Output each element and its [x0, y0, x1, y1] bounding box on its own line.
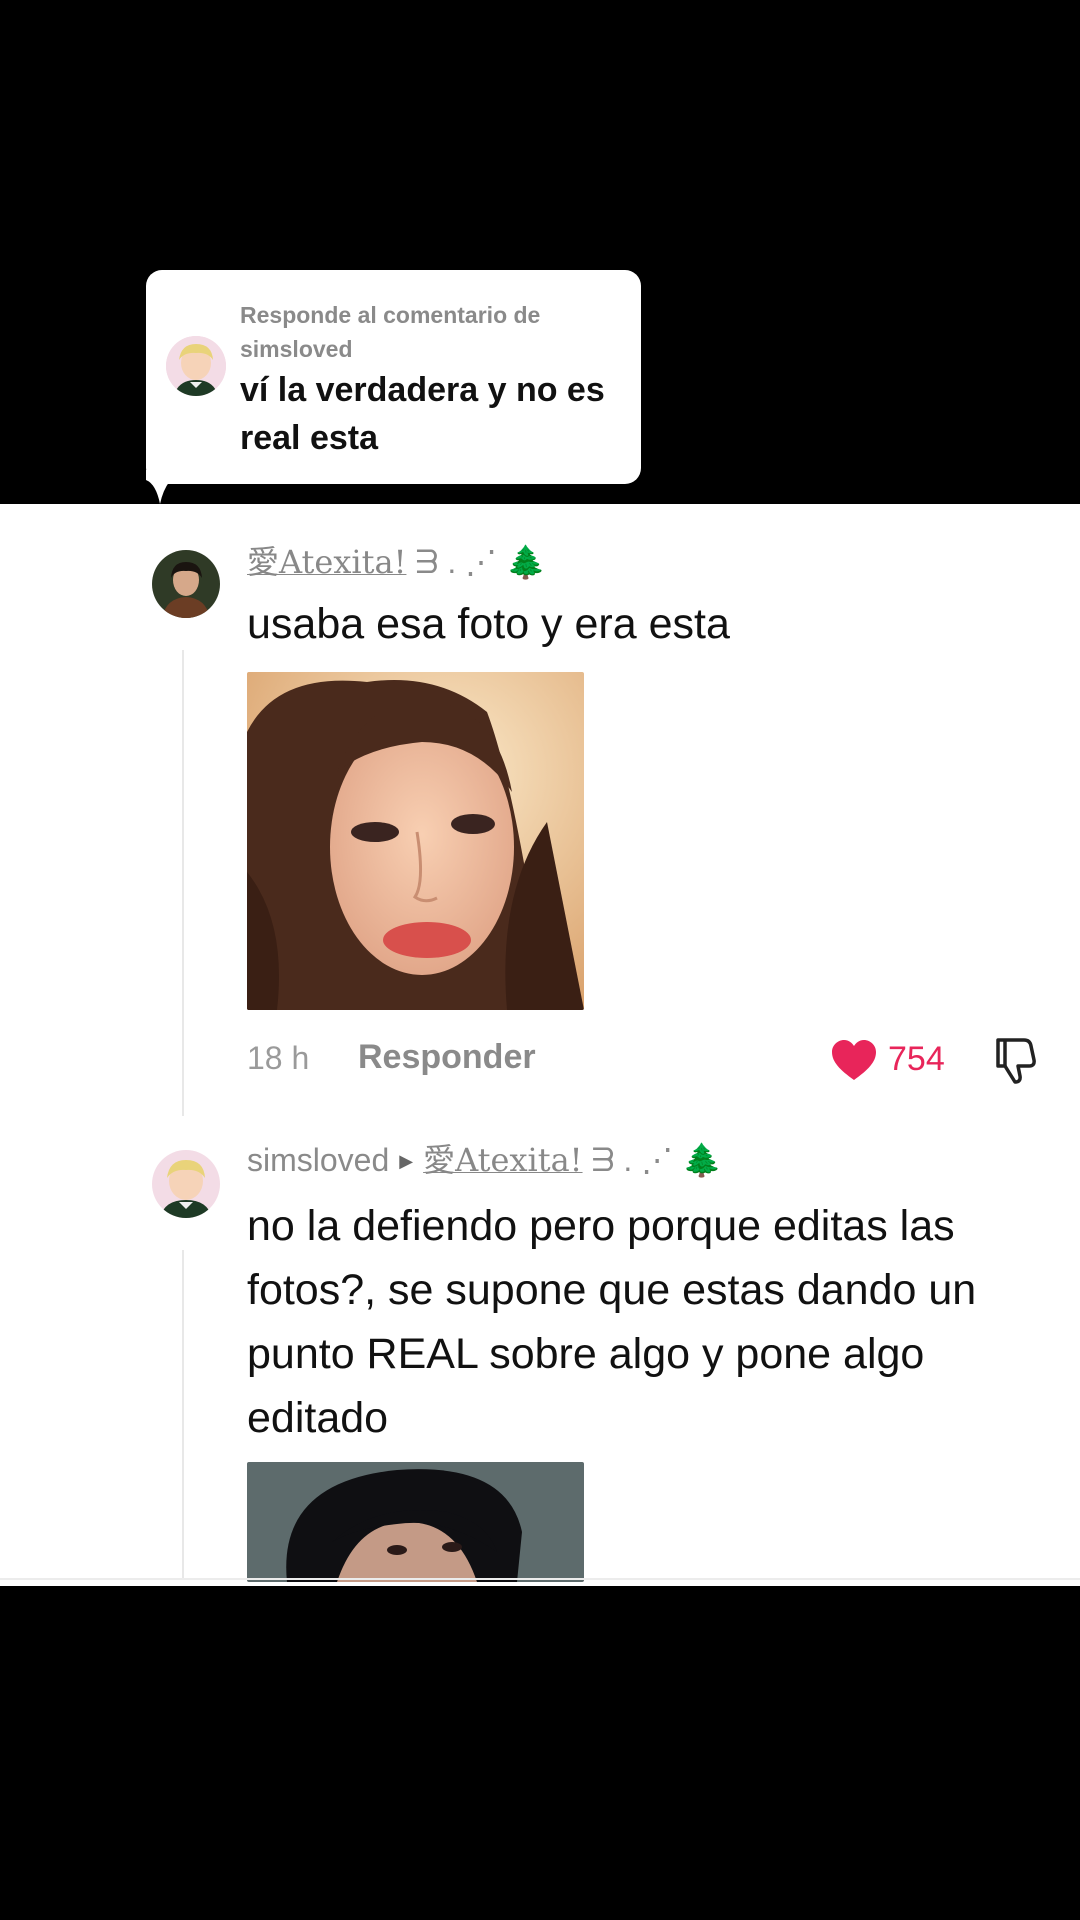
- heart-icon[interactable]: [830, 1038, 878, 1082]
- reply-to-username[interactable]: 愛Atexita!: [423, 1141, 582, 1179]
- comment-username[interactable]: simsloved ▶ 愛Atexita! ᗱ . ⋰ 🌲: [247, 1140, 722, 1181]
- thread-line: [182, 1250, 184, 1580]
- reply-button[interactable]: Responder: [358, 1038, 536, 1077]
- reply-bubble: Responde al comentario de simsloved ví l…: [146, 270, 641, 484]
- commenter-avatar[interactable]: [152, 550, 220, 618]
- divider: [0, 1578, 1080, 1580]
- comments-panel: 愛Atexita! ᗱ . ⋰ 🌲 usaba esa foto y era e…: [0, 504, 1080, 1586]
- comment-time: 18 h: [247, 1040, 310, 1076]
- commenter-avatar[interactable]: [152, 1150, 220, 1218]
- bubble-avatar: [166, 336, 226, 396]
- dislike-icon[interactable]: [990, 1034, 1042, 1086]
- comment-text: no la defiendo pero porque editas las fo…: [247, 1202, 977, 1442]
- comment-photo[interactable]: [247, 1462, 584, 1582]
- username-suffix: ᗱ . ⋰ 🌲: [406, 544, 546, 580]
- thread-line: [182, 650, 184, 1116]
- like-count: 754: [888, 1040, 945, 1078]
- username-text[interactable]: simsloved: [247, 1142, 389, 1178]
- reply-arrow-icon: ▶: [399, 1151, 414, 1171]
- username-suffix: ᗱ . ⋰ 🌲: [582, 1142, 722, 1178]
- username-text[interactable]: 愛Atexita!: [247, 543, 406, 581]
- comment-text: usaba esa foto y era esta: [247, 600, 730, 648]
- comment-username[interactable]: 愛Atexita! ᗱ . ⋰ 🌲: [247, 542, 546, 582]
- reply-bubble-header: Responde al comentario de simsloved: [240, 302, 541, 362]
- comment-photo[interactable]: [247, 672, 584, 1010]
- reply-bubble-text: ví la verdadera y no es real esta: [240, 371, 605, 457]
